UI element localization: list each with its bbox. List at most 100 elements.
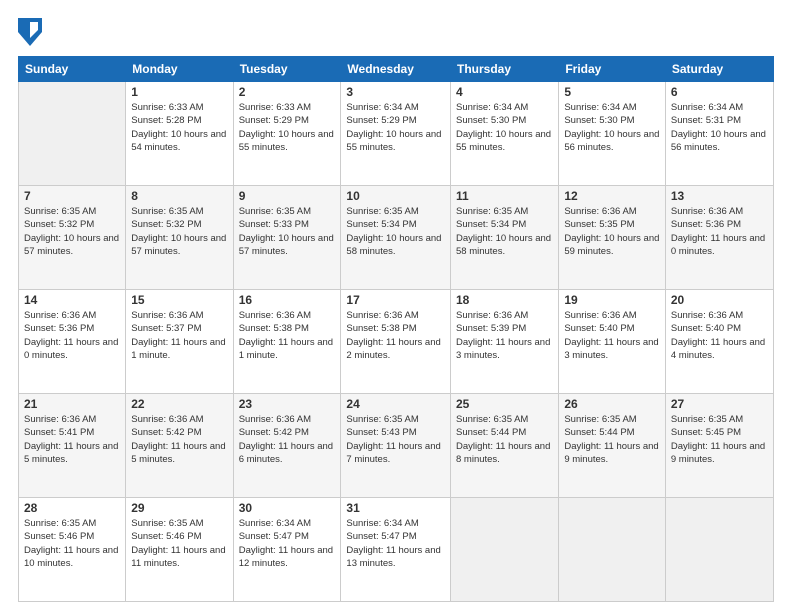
sunset-text: Sunset: 5:42 PM [239,426,336,439]
cell-content: Sunrise: 6:35 AM Sunset: 5:34 PM Dayligh… [456,205,553,258]
daylight-text: Daylight: 10 hours and 56 minutes. [671,128,768,155]
calendar-week-1: 7 Sunrise: 6:35 AM Sunset: 5:32 PM Dayli… [19,186,774,290]
cell-content: Sunrise: 6:36 AM Sunset: 5:37 PM Dayligh… [131,309,227,362]
daylight-text: Daylight: 11 hours and 4 minutes. [671,336,768,363]
day-number: 15 [131,293,227,307]
cell-content: Sunrise: 6:35 AM Sunset: 5:34 PM Dayligh… [346,205,445,258]
sunset-text: Sunset: 5:47 PM [239,530,336,543]
th-wednesday: Wednesday [341,57,451,82]
cell-content: Sunrise: 6:36 AM Sunset: 5:42 PM Dayligh… [239,413,336,466]
day-number: 28 [24,501,120,515]
sunrise-text: Sunrise: 6:36 AM [671,309,768,322]
sunrise-text: Sunrise: 6:34 AM [346,517,445,530]
calendar-cell: 4 Sunrise: 6:34 AM Sunset: 5:30 PM Dayli… [451,82,559,186]
cell-content: Sunrise: 6:36 AM Sunset: 5:40 PM Dayligh… [671,309,768,362]
sunset-text: Sunset: 5:40 PM [564,322,660,335]
calendar-cell: 5 Sunrise: 6:34 AM Sunset: 5:30 PM Dayli… [559,82,666,186]
calendar-cell: 17 Sunrise: 6:36 AM Sunset: 5:38 PM Dayl… [341,290,451,394]
sunset-text: Sunset: 5:32 PM [24,218,120,231]
sunrise-text: Sunrise: 6:35 AM [131,205,227,218]
day-number: 26 [564,397,660,411]
day-number: 30 [239,501,336,515]
day-number: 31 [346,501,445,515]
daylight-text: Daylight: 10 hours and 54 minutes. [131,128,227,155]
sunset-text: Sunset: 5:36 PM [671,218,768,231]
sunset-text: Sunset: 5:28 PM [131,114,227,127]
sunrise-text: Sunrise: 6:34 AM [671,101,768,114]
calendar-cell [19,82,126,186]
sunset-text: Sunset: 5:29 PM [346,114,445,127]
day-number: 8 [131,189,227,203]
header-row: Sunday Monday Tuesday Wednesday Thursday… [19,57,774,82]
daylight-text: Daylight: 11 hours and 13 minutes. [346,544,445,571]
day-number: 27 [671,397,768,411]
daylight-text: Daylight: 11 hours and 12 minutes. [239,544,336,571]
sunrise-text: Sunrise: 6:35 AM [24,517,120,530]
calendar-week-4: 28 Sunrise: 6:35 AM Sunset: 5:46 PM Dayl… [19,498,774,602]
sunset-text: Sunset: 5:42 PM [131,426,227,439]
sunset-text: Sunset: 5:39 PM [456,322,553,335]
daylight-text: Daylight: 11 hours and 2 minutes. [346,336,445,363]
day-number: 1 [131,85,227,99]
daylight-text: Daylight: 11 hours and 7 minutes. [346,440,445,467]
cell-content: Sunrise: 6:33 AM Sunset: 5:28 PM Dayligh… [131,101,227,154]
sunset-text: Sunset: 5:34 PM [456,218,553,231]
day-number: 11 [456,189,553,203]
sunrise-text: Sunrise: 6:36 AM [239,413,336,426]
daylight-text: Daylight: 11 hours and 9 minutes. [564,440,660,467]
day-number: 10 [346,189,445,203]
sunset-text: Sunset: 5:44 PM [456,426,553,439]
sunset-text: Sunset: 5:43 PM [346,426,445,439]
cell-content: Sunrise: 6:35 AM Sunset: 5:46 PM Dayligh… [131,517,227,570]
day-number: 6 [671,85,768,99]
cell-content: Sunrise: 6:36 AM Sunset: 5:38 PM Dayligh… [346,309,445,362]
sunrise-text: Sunrise: 6:34 AM [346,101,445,114]
sunset-text: Sunset: 5:30 PM [564,114,660,127]
cell-content: Sunrise: 6:34 AM Sunset: 5:31 PM Dayligh… [671,101,768,154]
sunrise-text: Sunrise: 6:36 AM [24,309,120,322]
page: Sunday Monday Tuesday Wednesday Thursday… [0,0,792,612]
sunrise-text: Sunrise: 6:33 AM [131,101,227,114]
calendar-cell: 14 Sunrise: 6:36 AM Sunset: 5:36 PM Dayl… [19,290,126,394]
sunset-text: Sunset: 5:33 PM [239,218,336,231]
sunrise-text: Sunrise: 6:35 AM [346,205,445,218]
sunset-text: Sunset: 5:47 PM [346,530,445,543]
calendar-cell: 21 Sunrise: 6:36 AM Sunset: 5:41 PM Dayl… [19,394,126,498]
daylight-text: Daylight: 11 hours and 3 minutes. [564,336,660,363]
daylight-text: Daylight: 10 hours and 56 minutes. [564,128,660,155]
day-number: 3 [346,85,445,99]
sunset-text: Sunset: 5:38 PM [346,322,445,335]
cell-content: Sunrise: 6:35 AM Sunset: 5:46 PM Dayligh… [24,517,120,570]
daylight-text: Daylight: 10 hours and 55 minutes. [456,128,553,155]
header [18,18,774,46]
calendar-cell [559,498,666,602]
cell-content: Sunrise: 6:35 AM Sunset: 5:33 PM Dayligh… [239,205,336,258]
day-number: 5 [564,85,660,99]
daylight-text: Daylight: 11 hours and 5 minutes. [24,440,120,467]
cell-content: Sunrise: 6:35 AM Sunset: 5:32 PM Dayligh… [131,205,227,258]
calendar-cell: 20 Sunrise: 6:36 AM Sunset: 5:40 PM Dayl… [665,290,773,394]
th-friday: Friday [559,57,666,82]
sunrise-text: Sunrise: 6:35 AM [456,205,553,218]
daylight-text: Daylight: 11 hours and 1 minute. [131,336,227,363]
calendar-cell [665,498,773,602]
sunrise-text: Sunrise: 6:34 AM [564,101,660,114]
cell-content: Sunrise: 6:36 AM Sunset: 5:39 PM Dayligh… [456,309,553,362]
cell-content: Sunrise: 6:34 AM Sunset: 5:30 PM Dayligh… [456,101,553,154]
sunset-text: Sunset: 5:46 PM [24,530,120,543]
day-number: 23 [239,397,336,411]
daylight-text: Daylight: 11 hours and 5 minutes. [131,440,227,467]
calendar-cell: 12 Sunrise: 6:36 AM Sunset: 5:35 PM Dayl… [559,186,666,290]
calendar-cell: 13 Sunrise: 6:36 AM Sunset: 5:36 PM Dayl… [665,186,773,290]
daylight-text: Daylight: 11 hours and 0 minutes. [24,336,120,363]
daylight-text: Daylight: 10 hours and 55 minutes. [346,128,445,155]
day-number: 16 [239,293,336,307]
cell-content: Sunrise: 6:34 AM Sunset: 5:47 PM Dayligh… [346,517,445,570]
calendar-table: Sunday Monday Tuesday Wednesday Thursday… [18,56,774,602]
calendar-cell: 26 Sunrise: 6:35 AM Sunset: 5:44 PM Dayl… [559,394,666,498]
sunrise-text: Sunrise: 6:35 AM [456,413,553,426]
cell-content: Sunrise: 6:35 AM Sunset: 5:45 PM Dayligh… [671,413,768,466]
cell-content: Sunrise: 6:36 AM Sunset: 5:42 PM Dayligh… [131,413,227,466]
calendar-cell: 1 Sunrise: 6:33 AM Sunset: 5:28 PM Dayli… [126,82,233,186]
calendar-cell: 22 Sunrise: 6:36 AM Sunset: 5:42 PM Dayl… [126,394,233,498]
